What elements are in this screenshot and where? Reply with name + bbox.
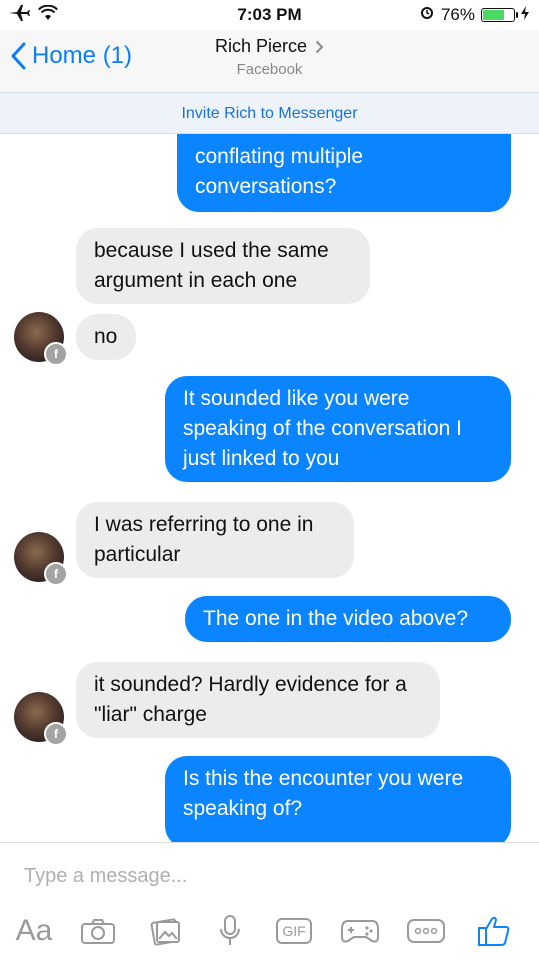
- contact-avatar[interactable]: f: [14, 312, 68, 366]
- message-bubble-outgoing[interactable]: It sounded like you were speaking of the…: [165, 376, 511, 482]
- charging-icon: [521, 5, 529, 25]
- contact-avatar[interactable]: f: [14, 532, 68, 586]
- battery-icon: [481, 7, 518, 22]
- more-icon[interactable]: [404, 911, 448, 951]
- games-icon[interactable]: [338, 911, 382, 951]
- facebook-badge-icon: f: [44, 562, 68, 586]
- message-text: it sounded? Hardly evidence for a "liar"…: [94, 673, 407, 726]
- message-bubble-outgoing[interactable]: Is this the encounter you were speaking …: [165, 756, 511, 842]
- status-right: 76%: [419, 4, 529, 25]
- message-text: It sounded like you were speaking of the…: [183, 387, 463, 470]
- message-text: I was referring to one in particular: [94, 513, 314, 566]
- battery-percent: 76%: [440, 4, 475, 24]
- gif-icon[interactable]: GIF: [272, 911, 316, 951]
- like-icon[interactable]: [472, 911, 516, 951]
- message-bubble-outgoing[interactable]: The one in the video above?: [185, 596, 511, 642]
- chat-thread[interactable]: conflating multiple conversations? becau…: [0, 134, 539, 842]
- text-format-icon[interactable]: Aa: [12, 911, 56, 951]
- photos-icon[interactable]: [146, 911, 186, 951]
- message-text: no: [94, 325, 118, 348]
- contact-subtitle: Facebook: [236, 61, 303, 78]
- alarm-icon: [419, 4, 435, 25]
- message-text: because I used the same argument in each…: [94, 239, 329, 292]
- camera-icon[interactable]: [78, 911, 118, 951]
- message-bubble-outgoing[interactable]: conflating multiple conversations?: [177, 134, 511, 212]
- message-text: conflating multiple conversations?: [195, 145, 364, 198]
- contact-avatar[interactable]: f: [14, 692, 68, 746]
- message-composer: Type a message... Aa GIF: [0, 842, 539, 960]
- message-bubble-incoming[interactable]: it sounded? Hardly evidence for a "liar"…: [76, 662, 440, 738]
- message-bubble-incoming[interactable]: I was referring to one in particular: [76, 502, 354, 578]
- message-bubble-incoming[interactable]: because I used the same argument in each…: [76, 228, 370, 304]
- composer-toolbar: Aa GIF: [0, 911, 539, 951]
- facebook-badge-icon: f: [44, 342, 68, 366]
- message-text: Is this the encounter you were speaking …: [183, 767, 464, 820]
- message-input[interactable]: Type a message...: [24, 865, 187, 888]
- message-text: The one in the video above?: [203, 607, 469, 630]
- contact-name: Rich Pierce: [214, 36, 308, 56]
- chevron-right-icon: [315, 40, 324, 53]
- message-bubble-incoming[interactable]: no: [76, 314, 136, 360]
- invite-banner[interactable]: Invite Rich to Messenger: [0, 92, 539, 134]
- status-bar: 7:03 PM 76%: [0, 0, 539, 30]
- microphone-icon[interactable]: [212, 911, 248, 951]
- facebook-badge-icon: f: [44, 722, 68, 746]
- contact-header[interactable]: Rich Pierce Facebook: [0, 36, 539, 78]
- battery-fill: [483, 9, 504, 20]
- gif-label: GIF: [276, 918, 312, 944]
- nav-header: Home (1) Rich Pierce Facebook: [0, 30, 539, 92]
